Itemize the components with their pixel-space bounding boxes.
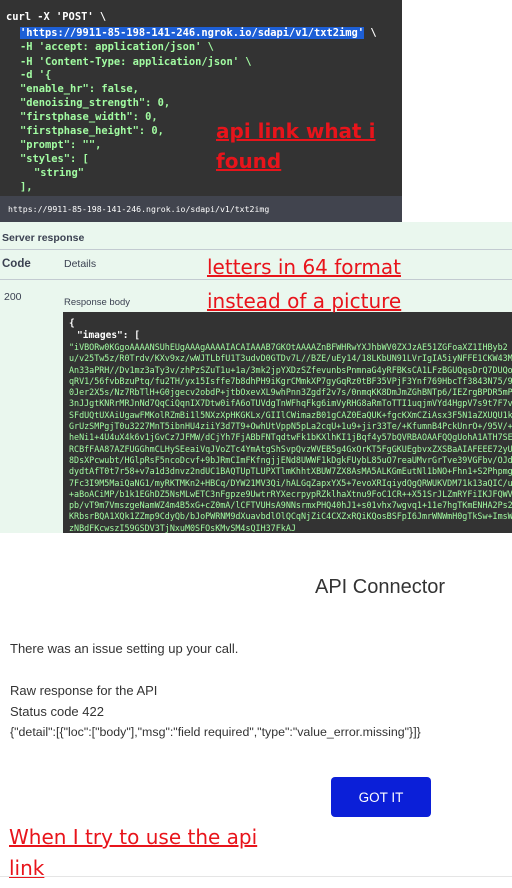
curl-line: "prompt": "", (20, 139, 102, 151)
curl-line: \ (364, 27, 377, 39)
curl-code-block: curl -X 'POST' \ 'https://9911-85-198-14… (0, 0, 402, 196)
response-body-code[interactable]: { "images": [ "iVBORw0KGgoAAAANSUhEUgAAA… (63, 312, 512, 533)
response-body-label: Response body (64, 297, 131, 308)
error-message: There was an issue setting up your call. (10, 641, 239, 656)
annotation-line: api link what i (216, 119, 376, 143)
json-images-key: "images": [ (77, 330, 140, 341)
server-response-panel: Server response Code Details 200 Respons… (0, 222, 512, 533)
curl-line: "denoising_strength": 0, (20, 97, 171, 109)
raw-response-label: Raw response for the API (10, 683, 158, 698)
curl-line: "firstphase_width": 0, (20, 111, 158, 123)
api-url-highlight[interactable]: 'https://9911-85-198-141-246.ngrok.io/sd… (20, 27, 365, 39)
annotation-line: letters in 64 format (207, 255, 401, 279)
curl-line: ], (20, 181, 33, 193)
status-code-text: Status code 422 (10, 704, 104, 719)
curl-line: "styles": [ (20, 153, 89, 165)
curl-line: "firstphase_height": 0, (20, 125, 164, 137)
divider (0, 876, 512, 877)
curl-line: -H 'accept: application/json' \ (20, 41, 214, 53)
server-response-heading: Server response (2, 232, 85, 244)
curl-line: -d '{ (20, 69, 52, 81)
column-header-code: Code (2, 258, 31, 270)
annotation-api-link: api link what i found (216, 116, 375, 176)
base64-image-string: "iVBORw0KGgoAAAANSUhEUgAAAgAAAAIACAIAAAB… (69, 342, 512, 533)
column-header-details: Details (64, 258, 97, 270)
dialog-title: API Connector (315, 576, 446, 598)
request-url[interactable]: https://9911-85-198-141-246.ngrok.io/sda… (8, 204, 269, 214)
curl-line: "enable_hr": false, (20, 83, 139, 95)
json-open-brace: { (69, 318, 75, 329)
annotation-try-link: When I try to use the api link (9, 822, 257, 884)
request-url-bar: https://9911-85-198-141-246.ngrok.io/sda… (0, 196, 402, 222)
annotation-line: found (216, 149, 282, 173)
curl-line: curl -X 'POST' \ (6, 11, 107, 23)
annotation-line: link (9, 856, 45, 880)
annotation-line: instead of a picture (207, 289, 402, 313)
got-it-button[interactable]: GOT IT (331, 777, 431, 817)
annotation-line: When I try to use the api (9, 825, 258, 849)
error-json: {"detail":[{"loc":["body"],"msg":"field … (10, 725, 421, 739)
response-status-code: 200 (4, 291, 22, 303)
curl-line: "string" (34, 167, 85, 179)
annotation-base64: letters in 64 format instead of a pictur… (207, 250, 401, 318)
curl-line: -H 'Content-Type: application/json' \ (20, 56, 252, 68)
